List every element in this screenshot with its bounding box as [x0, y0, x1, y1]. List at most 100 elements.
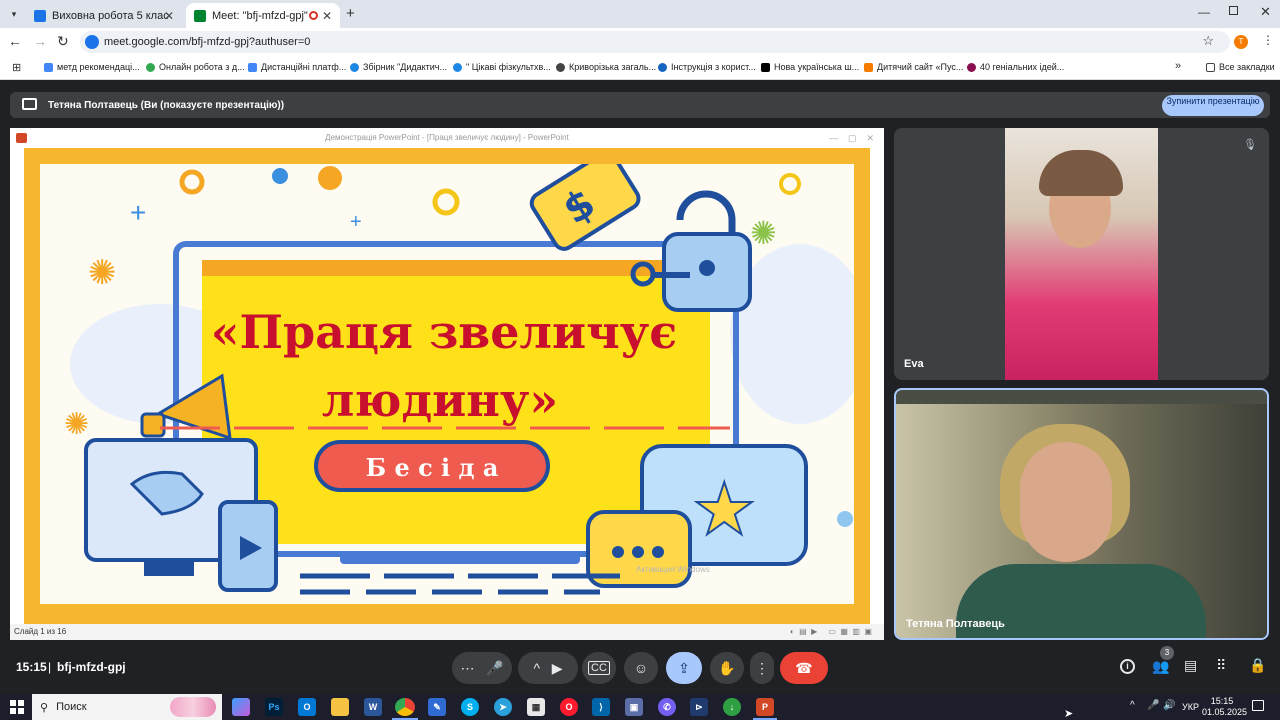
- clock-date: 01.05.2025: [1202, 707, 1248, 717]
- host-controls-icon[interactable]: 🔒: [1249, 657, 1266, 674]
- url-field[interactable]: meet.google.com/bfj-mfzd-gpj?authuser=0 …: [80, 31, 1230, 53]
- camera-icon: ▶: [551, 659, 563, 676]
- bookmark-item[interactable]: Нова українська ш...: [761, 62, 859, 72]
- bookmark-icon: [146, 62, 155, 72]
- bookmark-icon: [967, 62, 976, 72]
- language-indicator[interactable]: УКР: [1182, 702, 1199, 712]
- bookmark-item[interactable]: Збірник "Дидактич...: [350, 62, 447, 72]
- tab-meet[interactable]: Meet: "bfj-mfzd-gpj" ✕: [186, 3, 340, 28]
- chrome-icon[interactable]: [395, 698, 415, 716]
- close-window-icon[interactable]: ✕: [1260, 4, 1271, 20]
- stop-presenting-button[interactable]: Зупинити презентацію: [1162, 95, 1264, 116]
- deco-dot: [272, 168, 288, 184]
- video-options-button[interactable]: ^ ▶: [518, 652, 578, 684]
- people-icon[interactable]: 👥: [1152, 658, 1169, 675]
- skype-icon[interactable]: S: [461, 698, 479, 716]
- notepad-app-icon[interactable]: ✎: [428, 698, 446, 716]
- taskbar-search[interactable]: ⚲ Поиск: [32, 694, 222, 720]
- minimize-icon[interactable]: —: [1198, 5, 1210, 19]
- bookmark-item[interactable]: Онлайн робота з д...: [146, 62, 245, 72]
- recording-icon: [309, 11, 318, 20]
- more-bookmarks-icon[interactable]: »: [1175, 60, 1181, 72]
- store-icon[interactable]: ▦: [527, 698, 545, 716]
- bookmark-label: Інструкція з корист...: [671, 62, 756, 72]
- restore-icon[interactable]: [1229, 6, 1238, 15]
- downloader-icon[interactable]: ↓: [723, 698, 741, 716]
- app-icon[interactable]: ⊳: [690, 698, 708, 716]
- participant-video: [896, 404, 1267, 638]
- bookmark-label: Криворізька загаль...: [569, 62, 657, 72]
- microphone-icon: 🎤: [486, 659, 504, 676]
- phone-icon: [218, 500, 278, 592]
- vscode-icon[interactable]: ⟩: [592, 698, 610, 716]
- bookmark-item[interactable]: 40 геніальних ідей...: [967, 62, 1064, 72]
- word-icon[interactable]: W: [364, 698, 382, 716]
- menu-icon[interactable]: ⋮: [1262, 33, 1274, 47]
- present-button[interactable]: ⇪: [666, 652, 702, 684]
- file-explorer-icon[interactable]: [331, 698, 349, 716]
- tab-title: Meet: "bfj-mfzd-gpj": [212, 9, 308, 22]
- folder-icon: [1206, 62, 1215, 72]
- forward-icon[interactable]: →: [33, 33, 47, 49]
- audio-options-button[interactable]: ⋯ 🎤: [452, 652, 512, 684]
- bookmark-star-icon[interactable]: ☆: [1202, 33, 1214, 49]
- tray-mic-icon[interactable]: 🎤: [1147, 700, 1159, 711]
- bookmark-item[interactable]: Криворізька загаль...: [556, 62, 656, 72]
- ppt-view-icons: ◐ ▤ ▶ ▭ ▦ ▥ ▣: [789, 627, 872, 636]
- raise-hand-button[interactable]: ✋: [710, 652, 744, 684]
- participant-tile-tetiana[interactable]: Тетяна Полтавець: [894, 388, 1269, 640]
- bookmark-item[interactable]: Дитячий сайт «Пус...: [864, 62, 963, 72]
- info-icon[interactable]: i: [1120, 659, 1135, 674]
- bookmark-item[interactable]: метд рекомендаці...: [44, 62, 140, 72]
- photoshop-icon[interactable]: Ps: [265, 698, 283, 716]
- meet-main: Тетяна Полтавець (Ви (показуєте презента…: [0, 80, 1280, 694]
- tab-viikhovna[interactable]: Виховна робота 5 клас ✕: [26, 3, 182, 28]
- leave-call-button[interactable]: ☎: [780, 652, 828, 684]
- bookmark-item[interactable]: " Цікаві фізкультхв...: [453, 62, 551, 72]
- tab-list-button[interactable]: ▾: [6, 6, 22, 22]
- more-options-button[interactable]: ⋮: [750, 652, 774, 684]
- telegram-icon[interactable]: ➤: [494, 698, 512, 716]
- profile-avatar[interactable]: T: [1234, 35, 1248, 49]
- tray-volume-icon[interactable]: 🔊: [1163, 700, 1175, 711]
- clock[interactable]: 15:15 01.05.2025: [1202, 696, 1248, 718]
- participant-tile-eva[interactable]: 🎙 Eva: [894, 128, 1269, 380]
- new-tab-button[interactable]: +: [346, 5, 355, 22]
- bookmark-item[interactable]: Дистанційні платф...: [248, 62, 346, 72]
- slide-title-line1: «Праця звеличує: [211, 305, 677, 359]
- save-app-icon[interactable]: ▣: [625, 698, 643, 716]
- mouse-cursor-icon: ➤: [1064, 708, 1074, 720]
- copilot-icon[interactable]: [232, 698, 250, 716]
- chat-icon[interactable]: ▤: [1184, 657, 1197, 674]
- ppt-title-bar: Демонстрація PowerPoint - [Праця звеличу…: [10, 128, 884, 148]
- reactions-button[interactable]: ☺: [624, 652, 658, 684]
- bookmark-icon: [658, 62, 667, 72]
- site-info-icon[interactable]: [85, 35, 99, 49]
- viber-icon[interactable]: ✆: [658, 698, 676, 716]
- close-tab-icon[interactable]: ✕: [322, 9, 332, 23]
- reload-icon[interactable]: ↻: [57, 33, 69, 50]
- close-tab-icon[interactable]: ✕: [164, 9, 174, 23]
- powerpoint-taskbar-icon[interactable]: P: [756, 698, 774, 716]
- notifications-icon[interactable]: [1252, 700, 1264, 711]
- browser-tab-bar: ▾ Виховна робота 5 клас ✕ Meet: "bfj-mfz…: [0, 0, 1280, 28]
- opera-icon[interactable]: O: [560, 698, 578, 716]
- meeting-time: 15:15: [16, 660, 47, 674]
- back-icon[interactable]: ←: [8, 33, 22, 49]
- bookmark-icon: [453, 62, 462, 72]
- bookmark-item[interactable]: Інструкція з корист...: [658, 62, 756, 72]
- apps-icon[interactable]: ⊞: [12, 61, 21, 74]
- meeting-code: bfj-mfzd-gpj: [57, 660, 126, 674]
- captions-button[interactable]: CC: [582, 652, 616, 684]
- all-bookmarks[interactable]: Все закладки: [1206, 62, 1275, 72]
- outlook-icon[interactable]: O: [298, 698, 316, 716]
- bookmark-icon: [248, 62, 257, 72]
- bookmark-label: 40 геніальних ідей...: [980, 62, 1065, 72]
- bookmark-label: " Цікаві фізкультхв...: [466, 62, 551, 72]
- activities-icon[interactable]: ⠿: [1216, 657, 1226, 674]
- bookmark-label: Онлайн робота з д...: [159, 62, 245, 72]
- slide-illustration: + + ✺ ✺ ✺ $ ★ «Праця звеличує людину» Б …: [64, 164, 854, 595]
- padlock-icon: [662, 190, 752, 312]
- tray-chevron-icon[interactable]: ^: [1130, 700, 1135, 711]
- start-icon[interactable]: [10, 700, 24, 714]
